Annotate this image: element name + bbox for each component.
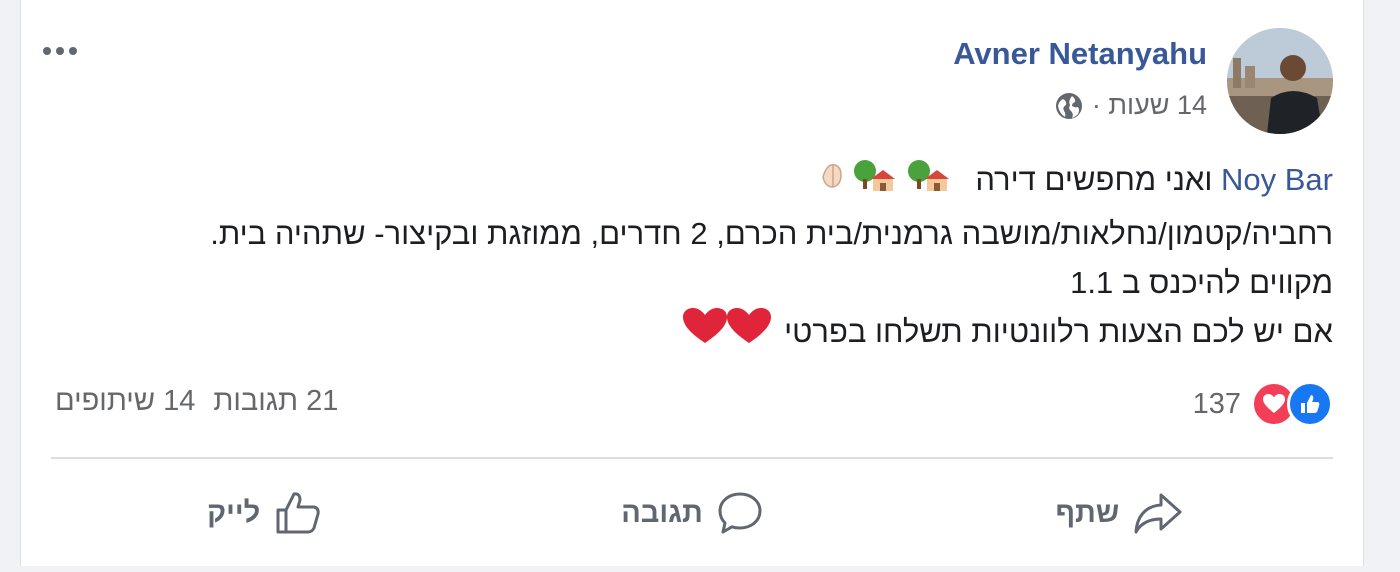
more-options-icon[interactable] [43,36,87,66]
avatar[interactable] [1227,28,1333,134]
divider [51,457,1333,459]
pray-and-house-emoji [815,155,965,209]
share-button[interactable]: שתף [906,465,1333,561]
red-hearts-emoji [681,307,773,361]
post-line-4-text: אם יש לכם הצעות רלוונטיות תשלחו בפרטי [775,314,1333,350]
reaction-count: 137 [1192,387,1241,420]
post-line-2: רחביה/קטמון/נחלאות/מושבה גרמנית/בית הכרם… [210,216,1333,251]
post-stats: 137 21 תגובות 14 שיתופים [51,381,1333,427]
post-meta: 14 שעות · [1054,90,1207,121]
shares-count[interactable]: 14 שיתופים [55,385,195,418]
like-label: לייק [207,496,261,529]
post-line-1-text: ואני מחפשים דירה [966,162,1222,198]
share-label: שתף [1055,496,1120,529]
globe-icon [1054,91,1084,121]
comment-icon [717,490,763,536]
post-line-3: מקווים להיכנס ב 1.1 [1070,265,1333,300]
like-button[interactable]: לייק [51,465,478,561]
share-icon [1133,491,1183,535]
like-reaction-icon [1287,381,1333,427]
post-body: Noy Bar ואני מחפשים דירה רחביה/קטמון/נחל… [53,155,1333,361]
author-name[interactable]: Avner Netanyahu [953,36,1207,72]
comment-button[interactable]: תגובה [478,465,905,561]
comment-label: תגובה [621,496,703,529]
mention-link[interactable]: Noy Bar [1221,162,1333,197]
action-bar: לייק תגובה שתף [51,465,1333,561]
comments-count[interactable]: 21 תגובות [213,385,338,418]
thumbs-up-icon [274,490,322,536]
engagement-counts: 21 תגובות 14 שיתופים [55,385,338,418]
post-card: Avner Netanyahu 14 שעות · Noy Bar ואני מ… [20,0,1364,566]
post-timestamp[interactable]: 14 שעות · [1092,90,1207,121]
reaction-summary[interactable]: 137 [1193,381,1333,427]
post-line-4: אם יש לכם הצעות רלוונטיות תשלחו בפרטי [53,307,1333,361]
post-line-1: Noy Bar ואני מחפשים דירה [53,155,1333,209]
